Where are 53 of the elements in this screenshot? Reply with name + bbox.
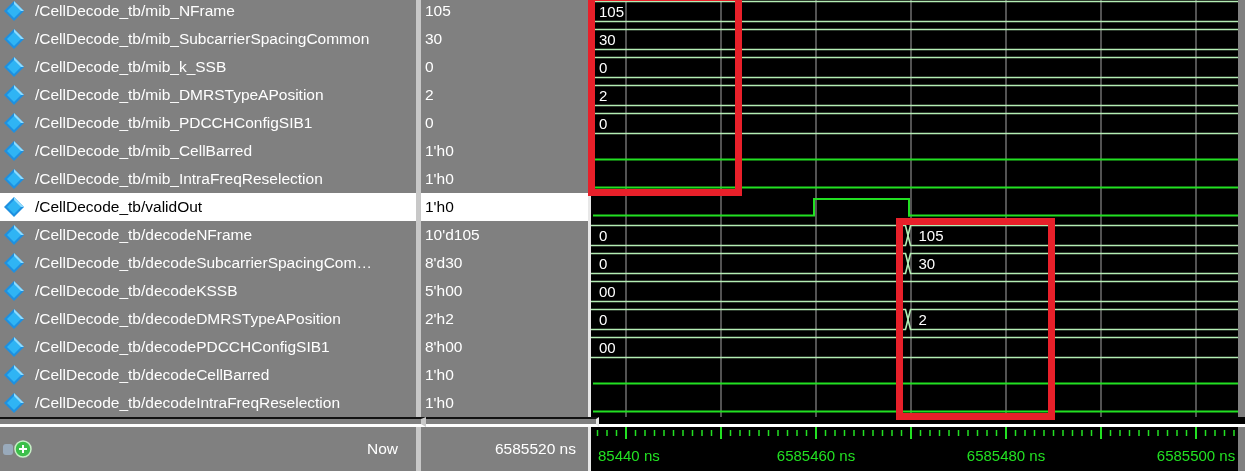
bus-value: 105 — [918, 227, 944, 244]
bus-value: 0 — [599, 255, 608, 272]
signal-icon — [3, 224, 25, 246]
bus-value: 30 — [918, 255, 936, 272]
signal-icon — [3, 392, 25, 414]
add-cursor-icon[interactable] — [14, 440, 32, 458]
signal-name: /CellDecode_tb/decodeIntraFreqReselection — [35, 394, 340, 412]
signal-name: /CellDecode_tb/decodeNFrame — [35, 226, 253, 244]
bus-value: 2 — [918, 311, 927, 328]
bus-value: 0 — [599, 115, 608, 132]
bus-value: 0 — [599, 227, 608, 244]
signal-icon — [3, 84, 25, 106]
signal-name: /CellDecode_tb/validOut — [35, 198, 203, 216]
signal-name: /CellDecode_tb/decodePDCCHConfigSIB1 — [35, 338, 330, 356]
signal-name: /CellDecode_tb/mib_SubcarrierSpacingCommon — [35, 30, 370, 48]
signal-icon — [3, 168, 25, 190]
bus-value: 30 — [599, 31, 616, 48]
now-label: Now — [367, 440, 398, 458]
splitter-bar[interactable] — [0, 417, 426, 427]
signal-name: /CellDecode_tb/decodeSubcarrierSpacingCom… — [35, 254, 372, 272]
signal-icon — [3, 28, 25, 50]
signal-name: /CellDecode_tb/mib_DMRSTypeAPosition — [35, 86, 324, 104]
bus-value: 0 — [599, 311, 608, 328]
time-label: 6585460 ns — [776, 447, 856, 464]
signal-icon — [3, 0, 25, 22]
bus-value: 105 — [599, 3, 625, 20]
signal-icon — [3, 336, 25, 358]
signal-value: 1'h0 — [421, 193, 591, 221]
bus-value: 0 — [599, 59, 608, 76]
signal-icon — [3, 56, 25, 78]
signal-icon — [3, 252, 25, 274]
signal-name: /CellDecode_tb/mib_PDCCHConfigSIB1 — [35, 114, 313, 132]
bus-value: 00 — [599, 283, 616, 300]
signal-icon — [3, 196, 25, 218]
splitter-bar[interactable] — [426, 417, 599, 427]
time-label: 6585500 ns — [1156, 447, 1236, 464]
bus-value: 2 — [599, 87, 608, 104]
signal-name: /CellDecode_tb/mib_IntraFreqReselection — [35, 170, 323, 188]
signal-icon — [3, 140, 25, 162]
signal-name: /CellDecode_tb/mib_k_SSB — [35, 58, 227, 76]
signal-icon — [3, 112, 25, 134]
signal-name: /CellDecode_tb/decodeDMRSTypeAPosition — [35, 310, 341, 328]
signal-icon — [3, 280, 25, 302]
signal-row[interactable]: /CellDecode_tb/validOut — [0, 193, 421, 221]
time-label: 6585480 ns — [966, 447, 1046, 464]
signal-name: /CellDecode_tb/decodeKSSB — [35, 282, 238, 300]
signal-name: /CellDecode_tb/decodeCellBarred — [35, 366, 270, 384]
signal-icon — [3, 308, 25, 330]
signal-name: /CellDecode_tb/mib_NFrame — [35, 2, 235, 20]
time-label: 85440 ns — [598, 447, 660, 464]
signal-icon — [3, 364, 25, 386]
signal-name: /CellDecode_tb/mib_CellBarred — [35, 142, 253, 160]
bus-value: 00 — [599, 339, 616, 356]
